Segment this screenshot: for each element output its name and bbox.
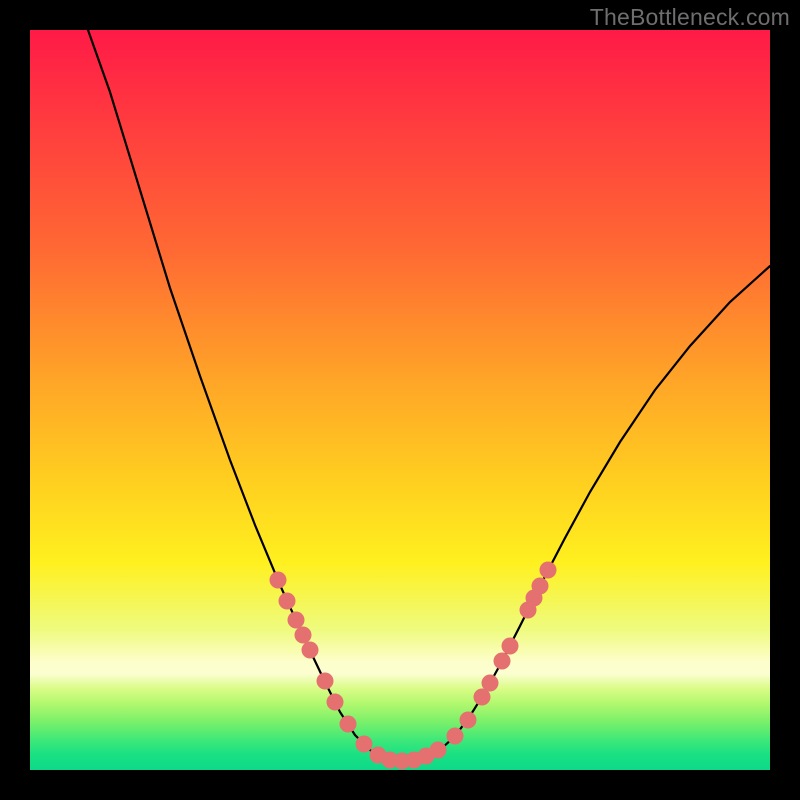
data-dot xyxy=(279,593,296,610)
data-dot xyxy=(494,653,511,670)
data-dot xyxy=(447,728,464,745)
data-dot xyxy=(270,572,287,589)
data-dot xyxy=(482,675,499,692)
data-dot xyxy=(430,742,447,759)
data-dot xyxy=(532,578,549,595)
data-dot xyxy=(460,712,477,729)
bottleneck-curve xyxy=(88,30,770,761)
chart-svg xyxy=(30,30,770,770)
data-dot xyxy=(295,627,312,644)
data-dot xyxy=(540,562,557,579)
data-dot xyxy=(502,638,519,655)
data-dot xyxy=(356,736,373,753)
watermark-text: TheBottleneck.com xyxy=(590,4,790,31)
data-dot xyxy=(327,694,344,711)
chart-frame: TheBottleneck.com xyxy=(0,0,800,800)
data-dot xyxy=(288,612,305,629)
chart-plot-area xyxy=(30,30,770,770)
scatter-dots xyxy=(270,562,557,770)
data-dot xyxy=(302,642,319,659)
data-dot xyxy=(340,716,357,733)
data-dot xyxy=(317,673,334,690)
